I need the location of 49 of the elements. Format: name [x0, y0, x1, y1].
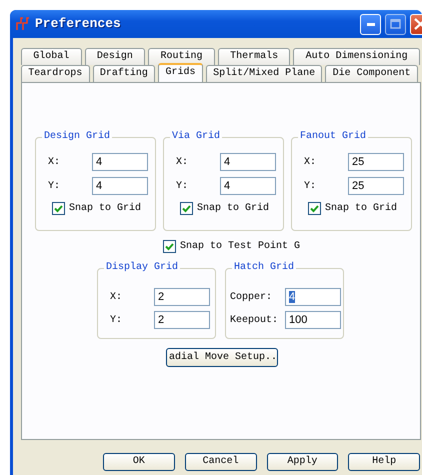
maximize-icon: [390, 19, 401, 29]
input-field[interactable]: 2: [154, 288, 210, 306]
input-field[interactable]: 4: [220, 153, 276, 171]
input-field[interactable]: 4: [285, 288, 341, 306]
input-field[interactable]: 25: [348, 177, 404, 195]
minimize-icon: [366, 22, 374, 26]
field-label: Y:: [176, 180, 190, 194]
checkbox[interactable]: [52, 202, 65, 215]
field-label: X:: [176, 156, 190, 170]
minimize-button[interactable]: [360, 14, 381, 34]
checkbox-label[interactable]: Snap to Grid: [325, 201, 398, 216]
tab[interactable]: Split/Mixed Plane: [206, 65, 322, 82]
dialog-button[interactable]: Cancel: [184, 453, 256, 471]
input-field[interactable]: 4: [92, 177, 148, 195]
checkbox-label[interactable]: Snap to Grid: [69, 201, 142, 216]
tab[interactable]: Die Component: [325, 65, 418, 82]
input-field[interactable]: 4: [92, 153, 148, 171]
checkbox[interactable]: [180, 202, 193, 215]
input-field[interactable]: 100: [285, 311, 341, 329]
tab[interactable]: Grids: [158, 63, 203, 82]
dialog-button[interactable]: Help: [348, 453, 420, 471]
input-field[interactable]: 4: [220, 177, 276, 195]
checkbox[interactable]: [162, 240, 176, 253]
field-label: X:: [110, 290, 124, 304]
tab[interactable]: Auto Dimensioning: [293, 48, 420, 65]
field-label: Y:: [110, 314, 124, 328]
tab[interactable]: Teardrops: [21, 65, 90, 82]
checkbox[interactable]: [308, 202, 321, 215]
dialog-button[interactable]: OK: [103, 453, 175, 471]
field-label: X:: [304, 156, 318, 170]
checkbox-label[interactable]: Snap to Test Point G: [180, 239, 300, 254]
tab[interactable]: Routing: [148, 48, 215, 65]
field-label: Y:: [304, 180, 318, 194]
app-icon: [16, 17, 30, 31]
tab[interactable]: Thermals: [218, 48, 290, 65]
field-label: Copper:: [230, 290, 274, 304]
tab[interactable]: Drafting: [92, 65, 156, 82]
tab[interactable]: Global: [21, 48, 82, 65]
input-field[interactable]: 25: [348, 153, 404, 171]
field-label: X:: [48, 156, 62, 170]
dialog-button[interactable]: Apply: [266, 453, 338, 471]
maximize-button[interactable]: [385, 14, 406, 34]
field-label: Y:: [48, 180, 62, 194]
radial-move-setup-button[interactable]: adial Move Setup..: [166, 348, 278, 367]
field-label: Keepout:: [230, 314, 280, 328]
window-title: Preferences: [35, 15, 121, 34]
tab[interactable]: Design: [84, 48, 146, 65]
input-field[interactable]: 2: [154, 311, 210, 329]
checkbox-label[interactable]: Snap to Grid: [197, 201, 270, 216]
